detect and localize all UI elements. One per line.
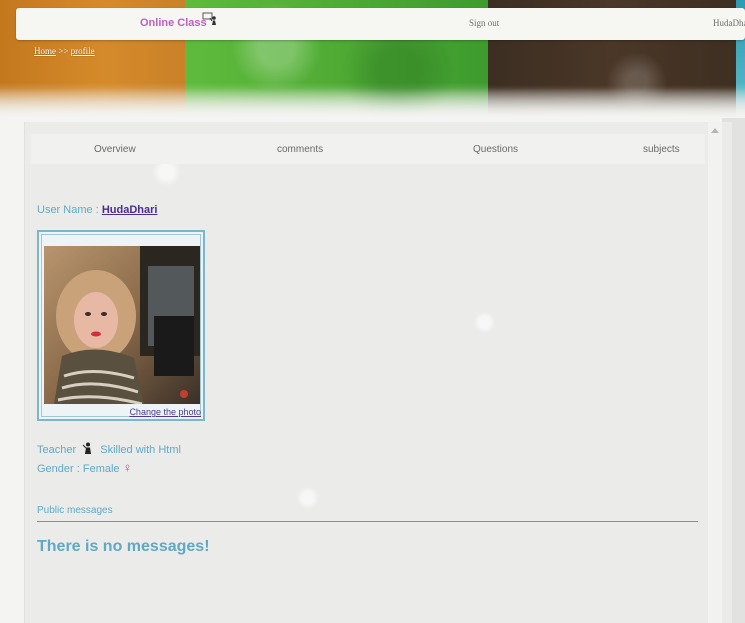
breadcrumb-separator: >>: [58, 46, 69, 56]
banner-fade: [0, 88, 745, 118]
messages-divider: [37, 521, 698, 522]
breadcrumb-profile-link[interactable]: profile: [71, 46, 95, 56]
gender-row: Gender : Female ♀: [37, 459, 181, 478]
top-bar: Online Class Sign out HudaDhari: [16, 8, 745, 40]
profile-photo: [44, 246, 200, 404]
change-photo-link[interactable]: Change the photo: [129, 407, 201, 417]
gender-label: Gender : Female: [37, 463, 120, 475]
female-symbol-icon: ♀: [122, 460, 133, 475]
tab-questions[interactable]: Questions: [473, 144, 518, 155]
scroll-up-arrow-icon[interactable]: [711, 128, 719, 133]
tab-subjects[interactable]: subjects: [643, 144, 680, 155]
empty-messages-text: There is no messages!: [37, 538, 210, 555]
tab-overview[interactable]: Overview: [94, 144, 136, 155]
role-row: Teacher Skilled with Html: [37, 442, 181, 459]
panel-scrollbar[interactable]: [708, 122, 722, 623]
profile-photo-frame: Change the photo: [37, 230, 205, 421]
public-messages-heading: Public messages: [37, 505, 113, 516]
user-name-link[interactable]: HudaDhari: [102, 204, 158, 216]
breadcrumb: Home >> profile: [34, 46, 95, 56]
teacher-icon: [82, 442, 94, 454]
role-label: Teacher: [37, 444, 77, 456]
sign-out-link[interactable]: Sign out: [469, 18, 499, 28]
teacher-board-icon: [202, 11, 218, 25]
tab-comments[interactable]: comments: [277, 144, 323, 155]
current-user-link[interactable]: HudaDhari: [713, 18, 745, 28]
user-name-label: User Name :: [37, 204, 99, 216]
breadcrumb-home-link[interactable]: Home: [34, 46, 56, 56]
profile-info: Teacher Skilled with Html Gender : Femal…: [37, 442, 181, 478]
user-name-row: User Name : HudaDhari: [37, 204, 157, 216]
skill-label: Skilled with Html: [100, 444, 181, 456]
site-title[interactable]: Online Class: [140, 17, 207, 29]
profile-tabs: Overview comments Questions subjects: [31, 134, 705, 164]
